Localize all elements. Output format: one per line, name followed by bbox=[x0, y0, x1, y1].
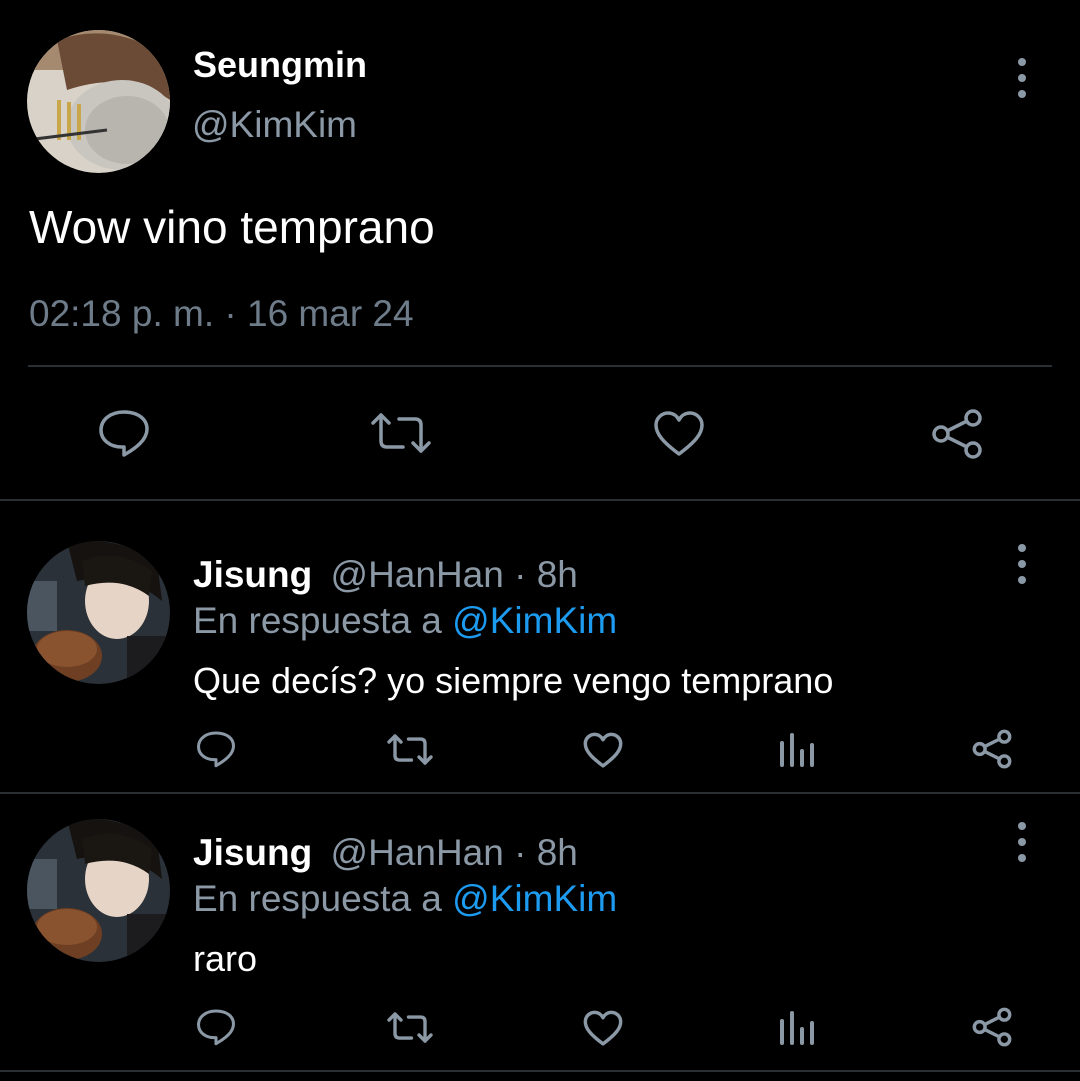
share-icon[interactable] bbox=[971, 729, 1013, 769]
retweet-icon[interactable] bbox=[369, 411, 433, 455]
reply-context-label: En respuesta a bbox=[193, 878, 453, 919]
analytics-icon[interactable] bbox=[778, 733, 816, 767]
author-handle-time[interactable]: @HanHan · 8h bbox=[331, 832, 578, 873]
tweet-text: Wow vino temprano bbox=[29, 201, 435, 253]
reply-header: Jisung @HanHan · 8h bbox=[193, 554, 578, 596]
more-options-icon[interactable] bbox=[1016, 822, 1028, 862]
avatar-image bbox=[27, 819, 170, 962]
mention-link[interactable]: @KimKim bbox=[452, 600, 617, 641]
reply-icon[interactable] bbox=[196, 1008, 236, 1046]
reply-icon[interactable] bbox=[196, 730, 236, 768]
more-options-icon[interactable] bbox=[1016, 544, 1028, 584]
reply-context-label: En respuesta a bbox=[193, 600, 453, 641]
author-name[interactable]: Jisung bbox=[193, 832, 312, 873]
author-name[interactable]: Seungmin bbox=[193, 44, 367, 86]
divider bbox=[28, 365, 1052, 367]
reply-icon[interactable] bbox=[98, 408, 150, 458]
like-icon[interactable] bbox=[583, 732, 623, 769]
author-avatar[interactable] bbox=[27, 30, 170, 173]
reply-tweet: Jisung @HanHan · 8h En respuesta a @KimK… bbox=[0, 788, 1080, 1066]
reply-context: En respuesta a @KimKim bbox=[193, 878, 617, 920]
like-icon[interactable] bbox=[583, 1010, 623, 1047]
author-name[interactable]: Jisung bbox=[193, 554, 312, 595]
more-options-icon[interactable] bbox=[1016, 58, 1028, 98]
reply-context: En respuesta a @KimKim bbox=[193, 600, 617, 642]
tweet-text: raro bbox=[193, 938, 258, 979]
divider bbox=[0, 499, 1080, 501]
mention-link[interactable]: @KimKim bbox=[452, 878, 617, 919]
share-icon[interactable] bbox=[930, 408, 984, 460]
share-icon[interactable] bbox=[971, 1007, 1013, 1047]
avatar-image bbox=[27, 541, 170, 684]
retweet-icon[interactable] bbox=[386, 1011, 434, 1044]
avatar-image bbox=[27, 30, 170, 173]
reply-tweet: Jisung @HanHan · 8h En respuesta a @KimK… bbox=[0, 510, 1080, 788]
divider bbox=[0, 1070, 1080, 1072]
main-tweet: Seungmin @KimKim Wow vino temprano 02:18… bbox=[0, 0, 1080, 500]
like-icon[interactable] bbox=[653, 410, 705, 458]
author-handle[interactable]: @KimKim bbox=[192, 104, 357, 146]
tweet-text: Que decís? yo siempre vengo temprano bbox=[193, 660, 834, 701]
reply-header: Jisung @HanHan · 8h bbox=[193, 832, 578, 874]
analytics-icon[interactable] bbox=[778, 1011, 816, 1045]
author-avatar[interactable] bbox=[27, 819, 170, 962]
tweet-timestamp[interactable]: 02:18 p. m. · 16 mar 24 bbox=[29, 293, 414, 335]
author-avatar[interactable] bbox=[27, 541, 170, 684]
retweet-icon[interactable] bbox=[386, 733, 434, 766]
author-handle-time[interactable]: @HanHan · 8h bbox=[331, 554, 578, 595]
